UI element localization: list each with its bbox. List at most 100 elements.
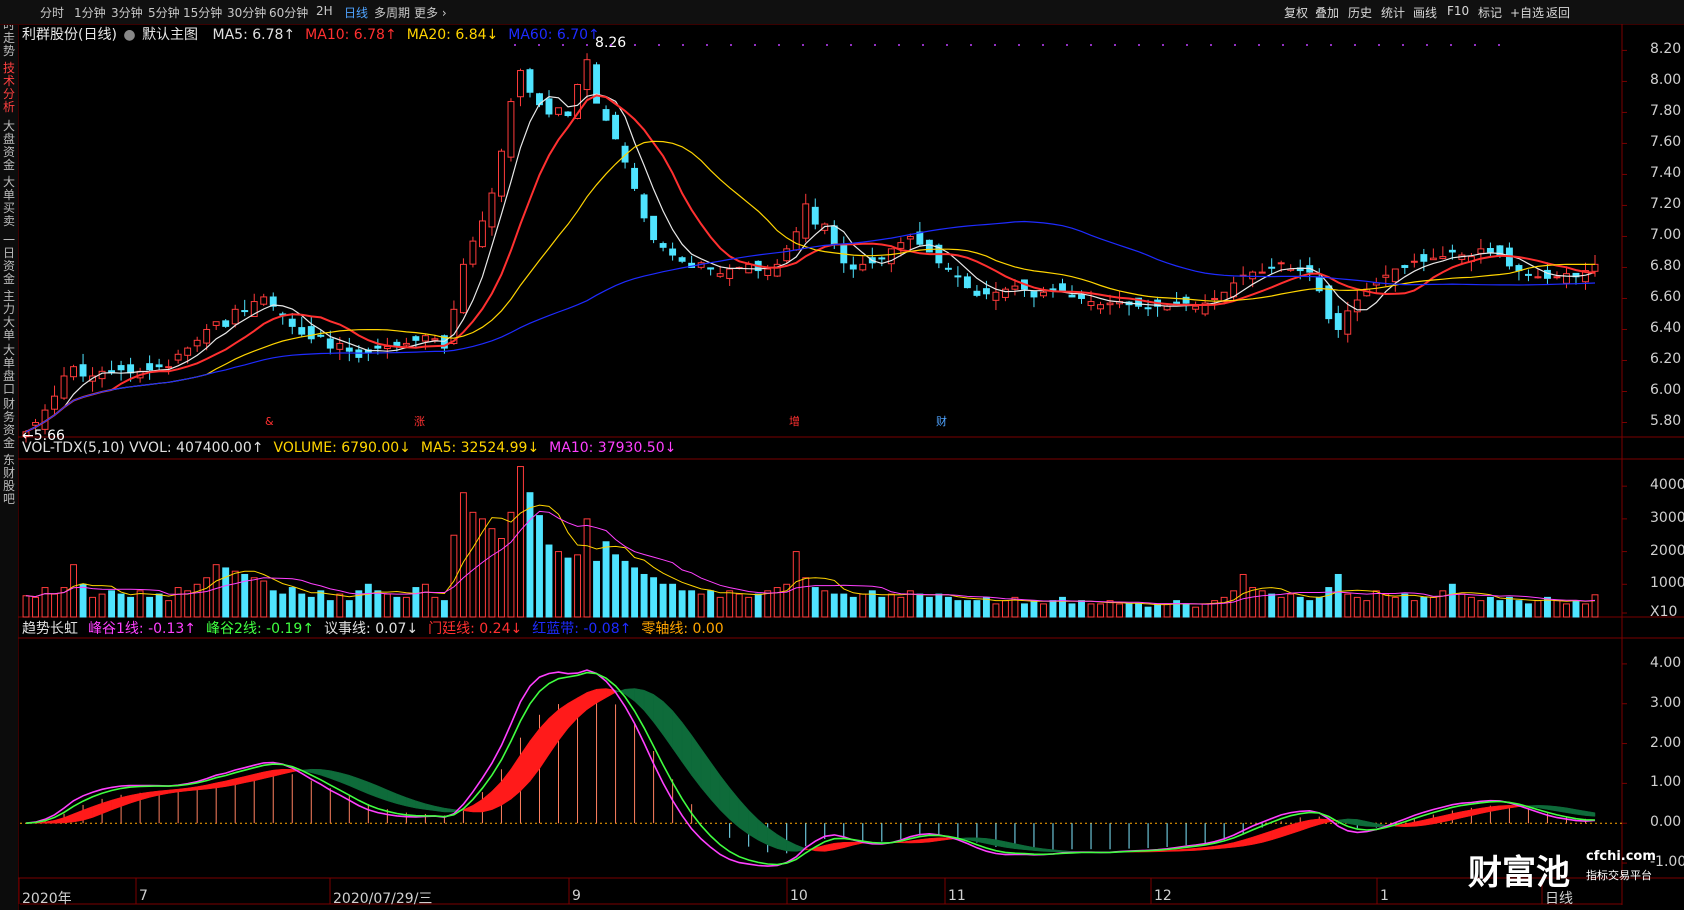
red-blue-band: [986, 838, 997, 846]
price-tick-4: 7.40: [1650, 165, 1682, 182]
candle-body: [241, 310, 249, 313]
volume-bar: [1239, 573, 1247, 618]
red-blue-band: [472, 798, 483, 813]
volume-bar: [108, 590, 116, 618]
volume-bar: [1467, 596, 1475, 618]
volume-bar: [602, 541, 610, 618]
volume-bar: [1591, 594, 1599, 618]
price-tick-7: 6.80: [1650, 258, 1682, 275]
legend-item-2: 峰谷2线: -0.19↑: [206, 621, 315, 637]
red-blue-band: [729, 787, 740, 829]
volume-bar: [925, 596, 933, 618]
volume-bar: [1391, 596, 1399, 618]
watermark-brand: 财富池: [1468, 853, 1570, 893]
red-blue-band: [158, 789, 169, 796]
red-blue-band: [73, 809, 84, 823]
candle-body: [203, 328, 211, 344]
top-dot-marker: [754, 44, 756, 46]
legend-item-3: 议事线: 0.07↓: [324, 621, 419, 637]
price-tick-11: 6.00: [1650, 382, 1682, 399]
red-blue-band: [415, 800, 426, 810]
red-blue-band: [1005, 841, 1016, 849]
volume-bar: [364, 583, 372, 618]
volume-bar: [507, 511, 515, 618]
candle-body: [298, 327, 306, 335]
red-blue-band: [82, 806, 93, 821]
red-blue-band: [263, 769, 274, 779]
red-blue-band: [1242, 836, 1253, 847]
red-blue-band: [1433, 815, 1444, 825]
candle-body: [222, 320, 230, 327]
volume-bar: [222, 567, 230, 618]
red-blue-band: [139, 791, 150, 801]
volume-bar: [916, 593, 924, 618]
volume-bar: [612, 554, 620, 618]
candle-body: [973, 290, 981, 296]
volume-bar: [469, 511, 477, 618]
candle-body: [640, 194, 648, 219]
candle-body: [707, 267, 715, 270]
stock-title[interactable]: 利群股份(日线): [22, 27, 117, 43]
volume-bar: [821, 590, 829, 618]
volume-bar: [1144, 606, 1152, 618]
red-blue-band: [1452, 811, 1463, 821]
red-blue-band: [710, 761, 721, 811]
top-dot-marker: [610, 44, 612, 46]
price-tick-0: 8.20: [1650, 41, 1682, 58]
red-blue-band: [1299, 819, 1310, 832]
volume-bar: [336, 593, 344, 618]
top-dot-marker: [1426, 44, 1428, 46]
candle-body: [231, 308, 239, 325]
red-blue-band: [1414, 819, 1425, 827]
candle-body: [507, 101, 515, 158]
red-blue-band: [168, 788, 179, 794]
top-dot-marker: [1066, 44, 1068, 46]
volume-bar: [517, 466, 524, 618]
red-blue-band: [596, 688, 607, 704]
top-dot-marker: [1306, 44, 1308, 46]
volume-bar: [165, 600, 173, 618]
main-chart-label[interactable]: 默认主图: [142, 27, 198, 43]
volume-tick-4: X10: [1650, 604, 1678, 620]
candle-body: [878, 257, 886, 260]
red-blue-band: [434, 805, 445, 813]
candle-body: [1087, 301, 1095, 306]
red-blue-band: [700, 747, 711, 801]
red-blue-band: [358, 778, 369, 795]
volume-bar: [1049, 600, 1057, 618]
candle-body: [526, 69, 534, 93]
volume-bar: [41, 587, 49, 618]
ma-line-20: [25, 140, 1596, 433]
red-blue-band: [311, 768, 322, 776]
indicator-tick-3: 1.00: [1650, 774, 1682, 791]
volume-bar: [184, 590, 192, 618]
legend-item-1: MA10: 6.78↑: [305, 27, 397, 43]
volume-bar: [536, 515, 543, 618]
candle-body: [1277, 262, 1285, 265]
candle-body: [1097, 304, 1104, 310]
top-dot-marker: [682, 44, 684, 46]
candle-body: [564, 111, 572, 117]
volume-bar: [1087, 603, 1095, 618]
top-dot-marker: [706, 44, 708, 46]
volume-bar: [298, 593, 306, 618]
volume-bar: [146, 596, 154, 618]
legend-item-2: MA5: 32524.99↓: [420, 440, 540, 456]
volume-bar: [1420, 596, 1428, 618]
volume-bar: [716, 596, 724, 618]
red-blue-band: [834, 842, 845, 851]
volume-bar: [1001, 600, 1009, 618]
legend-item-3: MA60: 6.70↑: [508, 27, 600, 43]
expand-icon[interactable]: ●: [123, 27, 135, 43]
watermark-url: cfchi.com: [1586, 849, 1656, 864]
red-blue-band: [634, 688, 645, 712]
volume-bar: [117, 593, 125, 618]
volume-bar: [136, 590, 144, 618]
volume-bar: [897, 596, 905, 618]
volume-bar: [1230, 590, 1238, 618]
volume-bar: [279, 593, 287, 618]
volume-bar: [431, 596, 439, 618]
watermark-slogan: 指标交易平台: [1586, 869, 1652, 882]
top-dot-marker: [898, 44, 900, 46]
red-blue-band: [567, 697, 578, 730]
